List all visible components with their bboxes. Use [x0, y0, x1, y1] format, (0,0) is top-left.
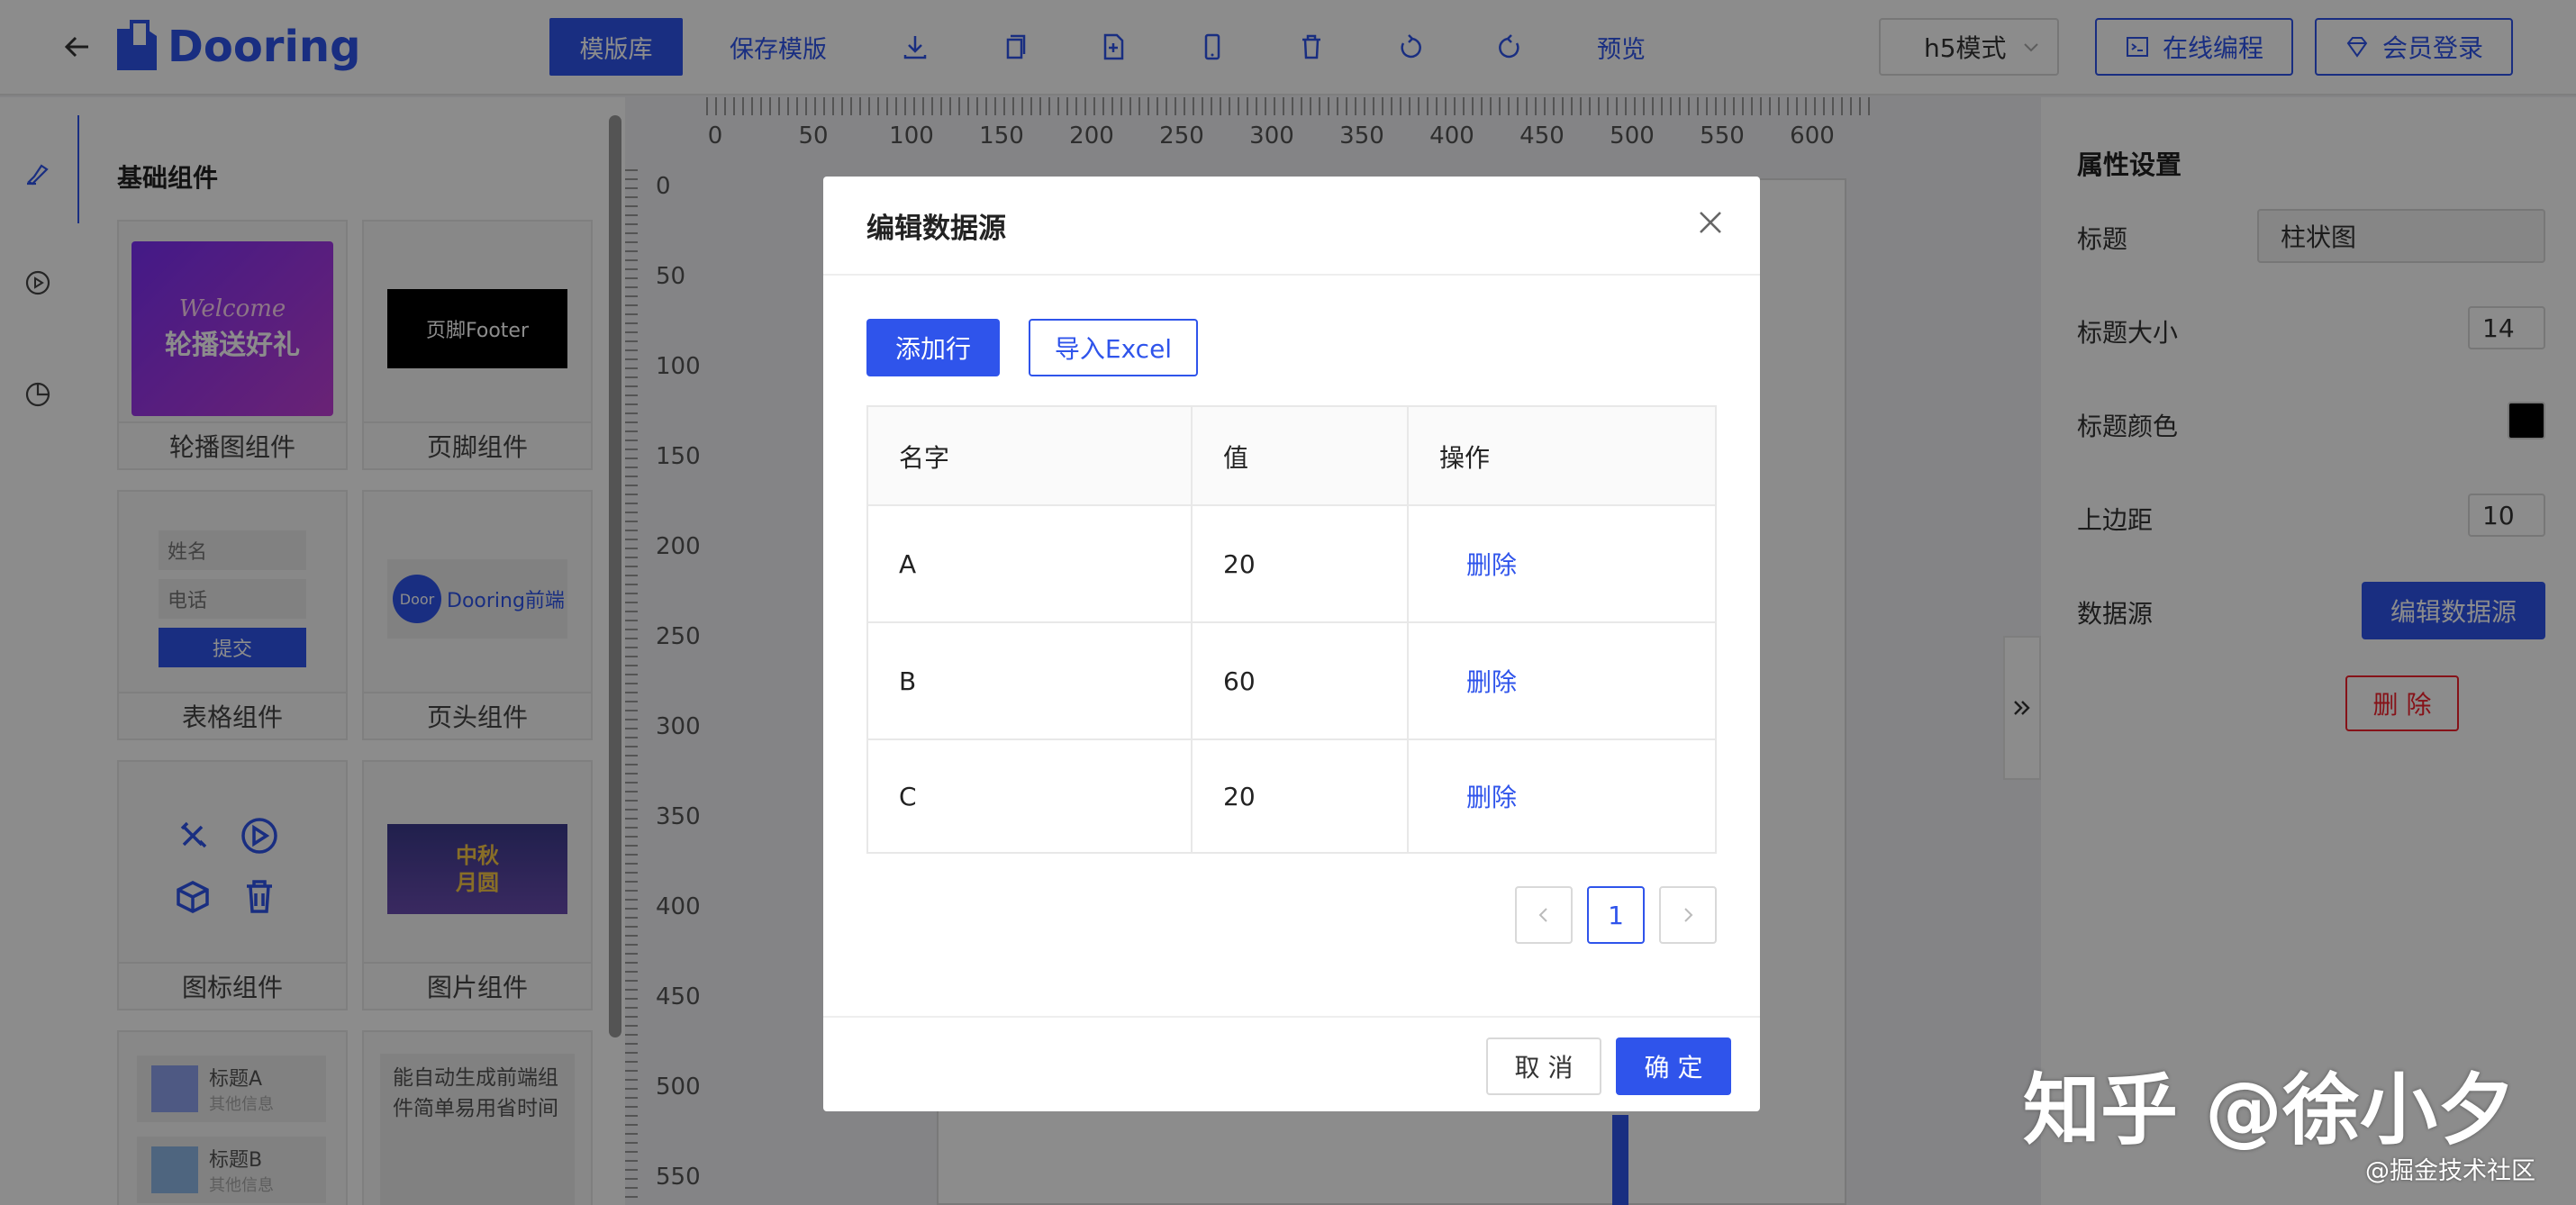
watermark-sub: @掘金技术社区: [2365, 1157, 2535, 1185]
row-divider-1: [868, 621, 1715, 623]
chevron-right-icon: [1679, 906, 1697, 924]
column-header-value: 值: [1223, 443, 1249, 473]
next-page-button[interactable]: [1659, 886, 1717, 944]
column-divider-1: [1191, 407, 1193, 852]
row-2-delete-link[interactable]: 删除: [1466, 623, 1517, 738]
row-3-name[interactable]: C: [899, 740, 917, 852]
row-2-name[interactable]: B: [899, 623, 916, 738]
row-1-name[interactable]: A: [899, 506, 916, 621]
row-divider-2: [868, 738, 1715, 740]
ok-button[interactable]: 确 定: [1616, 1037, 1731, 1095]
prev-page-button[interactable]: [1515, 886, 1573, 944]
close-icon[interactable]: [1695, 207, 1726, 238]
modal-header-divider: [823, 274, 1760, 276]
row-2-value[interactable]: 60: [1223, 623, 1256, 738]
column-divider-2: [1407, 407, 1409, 852]
column-header-action: 操作: [1439, 443, 1491, 473]
row-3-delete-link[interactable]: 删除: [1466, 740, 1517, 852]
row-1-delete-link[interactable]: 删除: [1466, 506, 1517, 621]
edit-datasource-modal: 编辑数据源 添加行 导入Excel 名字 值 操作 A 20 删除 B 60 删…: [823, 177, 1760, 1111]
modal-footer-divider: [823, 1016, 1760, 1018]
cancel-button[interactable]: 取 消: [1486, 1037, 1601, 1095]
watermark-main: 知乎 @徐小夕: [2023, 1065, 2515, 1155]
chevron-left-icon: [1535, 906, 1553, 924]
add-row-button[interactable]: 添加行: [866, 319, 1000, 376]
column-header-name: 名字: [899, 443, 950, 473]
page-1-button[interactable]: 1: [1587, 886, 1645, 944]
modal-title: 编辑数据源: [866, 213, 1006, 245]
datasource-table: 名字 值 操作 A 20 删除 B 60 删除 C 20 删除: [866, 405, 1717, 854]
row-1-value[interactable]: 20: [1223, 506, 1256, 621]
row-3-value[interactable]: 20: [1223, 740, 1256, 852]
table-header-row: [868, 407, 1715, 506]
import-excel-button[interactable]: 导入Excel: [1029, 319, 1198, 376]
